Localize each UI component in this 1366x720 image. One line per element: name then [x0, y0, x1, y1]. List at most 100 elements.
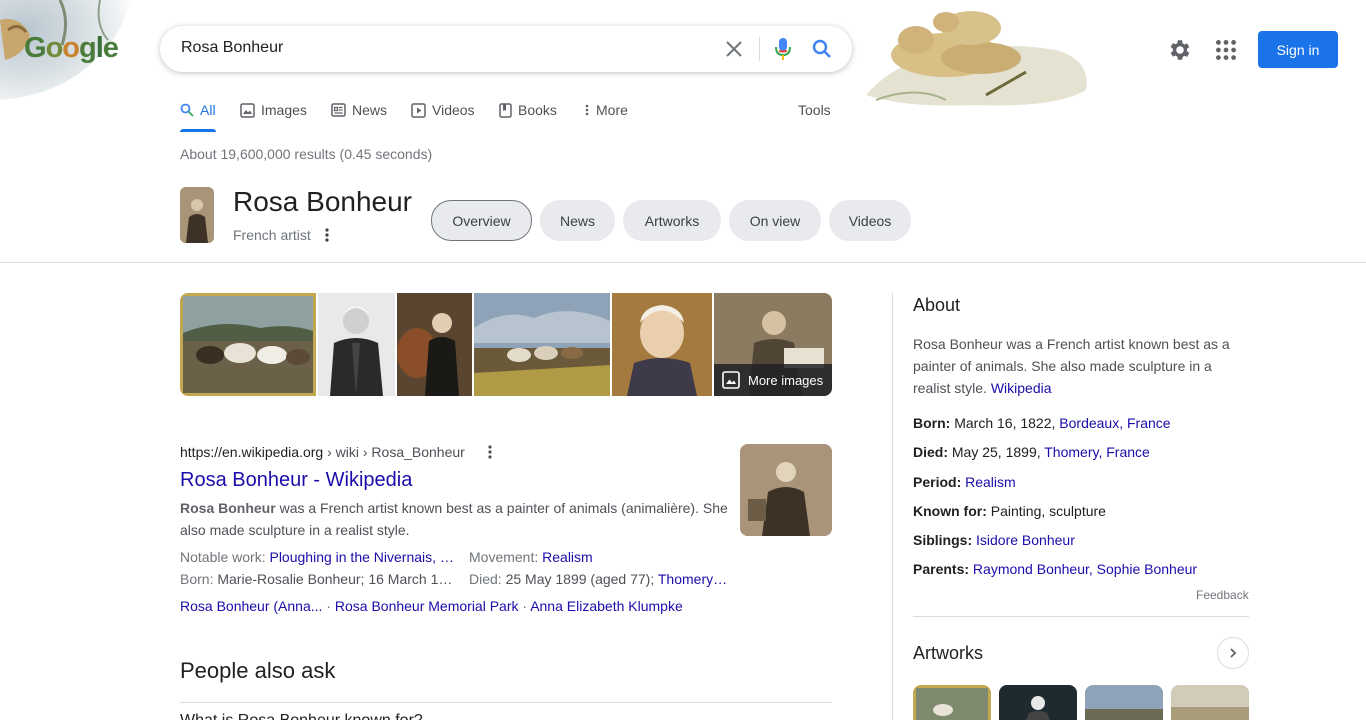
tab-videos[interactable]: Videos: [411, 102, 475, 118]
chip-overview[interactable]: Overview: [431, 200, 532, 241]
feedback-link[interactable]: Feedback: [1196, 588, 1249, 602]
tab-books[interactable]: Books: [499, 102, 557, 118]
fact-born: Born: Marie-Rosalie Bonheur; 16 March 1…: [180, 571, 460, 587]
tab-books-label: Books: [518, 102, 557, 118]
sitelinks: Rosa Bonheur (Anna... · Rosa Bonheur Mem…: [180, 598, 683, 614]
kp-fact-label: Born:: [913, 415, 951, 431]
kp-divider: [913, 616, 1249, 617]
search-box[interactable]: Rosa Bonheur: [160, 26, 852, 72]
sitelink-1[interactable]: Rosa Bonheur (Anna...: [180, 598, 322, 614]
fact-label: Died:: [469, 571, 506, 587]
kp-fact-link[interactable]: Thomery, France: [1044, 444, 1150, 460]
paa-question[interactable]: What is Rosa Bonheur known for?: [180, 712, 423, 720]
artwork-thumbnail-2[interactable]: [999, 685, 1077, 720]
tab-videos-label: Videos: [432, 102, 475, 118]
kp-wikipedia-link[interactable]: Wikipedia: [991, 380, 1052, 396]
news-icon: [331, 103, 346, 117]
died-place-link[interactable]: Thomery…: [658, 571, 727, 587]
kp-fact-label: Siblings:: [913, 532, 973, 548]
portrait-painting-thumbnail[interactable]: [612, 293, 712, 396]
knowledge-panel-border: [892, 293, 893, 720]
kp-fact-label: Parents:: [913, 561, 970, 577]
kp-fact-label: Died:: [913, 444, 948, 460]
active-tab-indicator: [180, 129, 216, 132]
portrait-photo-thumbnail-1[interactable]: [318, 293, 395, 396]
tab-all[interactable]: All: [180, 102, 216, 118]
image-icon: [722, 371, 740, 389]
entity-portrait-thumbnail[interactable]: [180, 187, 214, 243]
kp-fact-text: Painting, sculpture: [986, 503, 1106, 519]
ploughing-painting-thumbnail[interactable]: [474, 293, 610, 396]
apps-grid-icon[interactable]: [1213, 37, 1239, 63]
tab-images[interactable]: Images: [240, 102, 307, 118]
artwork-thumbnail-1[interactable]: [913, 685, 991, 720]
notable-work-link[interactable]: Ploughing in the Nivernais, …: [269, 549, 453, 565]
fact-label: Movement:: [469, 549, 543, 565]
snippet-bold: Rosa Bonheur: [180, 500, 276, 516]
chip-on-view[interactable]: On view: [729, 200, 821, 241]
search-divider: [759, 37, 760, 61]
entity-subtitle: French artist: [233, 227, 311, 243]
result-snippet: Rosa Bonheur was a French artist known b…: [180, 497, 728, 541]
died-value: 25 May 1899 (aged 77);: [505, 571, 658, 587]
artwork-thumbnail-4[interactable]: [1171, 685, 1249, 720]
entity-menu-icon[interactable]: [320, 226, 334, 244]
movement-link[interactable]: Realism: [542, 549, 593, 565]
entity-title: Rosa Bonheur: [233, 186, 413, 217]
clear-icon[interactable]: [722, 37, 746, 61]
result-path: › wiki › Rosa_Bonheur: [323, 444, 465, 460]
tools-button[interactable]: Tools: [798, 102, 831, 118]
result-domain: https://en.wikipedia.org: [180, 444, 324, 460]
kp-fact-link[interactable]: Realism: [965, 474, 1016, 490]
kp-fact-died: Died: May 25, 1899, Thomery, France: [913, 444, 1150, 460]
sitelink-2[interactable]: Rosa Bonheur Memorial Park: [335, 598, 519, 614]
fact-label: Notable work:: [180, 549, 270, 565]
chip-news[interactable]: News: [540, 200, 615, 241]
more-images-button[interactable]: More images: [714, 364, 832, 396]
portrait-with-bull-thumbnail[interactable]: [397, 293, 472, 396]
tab-more-label: More: [596, 102, 628, 118]
search-icon[interactable]: [810, 37, 834, 61]
settings-gear-icon[interactable]: [1167, 37, 1193, 63]
result-thumbnail[interactable]: [740, 444, 832, 536]
tab-images-label: Images: [261, 102, 307, 118]
kp-fact-period: Period: Realism: [913, 474, 1016, 490]
chip-videos[interactable]: Videos: [829, 200, 911, 241]
sitelink-separator: ·: [518, 598, 531, 614]
fact-movement: Movement: Realism: [469, 549, 729, 565]
result-stats: About 19,600,000 results (0.45 seconds): [180, 146, 433, 162]
result-menu-icon[interactable]: [484, 443, 496, 461]
kp-fact-link[interactable]: Raymond Bonheur, Sophie Bonheur: [973, 561, 1197, 577]
result-url[interactable]: https://en.wikipedia.org › wiki › Rosa_B…: [180, 444, 465, 460]
result-title-link[interactable]: Rosa Bonheur - Wikipedia: [180, 469, 412, 492]
tab-more[interactable]: More: [584, 102, 628, 118]
play-icon: [411, 102, 426, 118]
kp-fact-text: May 25, 1899,: [948, 444, 1045, 460]
google-logo[interactable]: Google: [24, 32, 119, 65]
kp-description: Rosa Bonheur was a French artist known b…: [913, 333, 1249, 399]
tab-news[interactable]: News: [331, 102, 387, 118]
kp-fact-link[interactable]: Bordeaux, France: [1059, 415, 1170, 431]
chip-artworks[interactable]: Artworks: [623, 200, 721, 241]
kp-about-title: About: [913, 295, 961, 315]
kp-fact-siblings: Siblings: Isidore Bonheur: [913, 532, 1075, 548]
sitelink-3[interactable]: Anna Elizabeth Klumpke: [530, 598, 683, 614]
chevron-right-icon[interactable]: [1217, 637, 1249, 669]
fact-died: Died: 25 May 1899 (aged 77); Thomery…: [469, 571, 729, 587]
microphone-icon[interactable]: [771, 37, 795, 61]
born-value: Marie-Rosalie Bonheur; 16 March 1…: [217, 571, 453, 587]
header-divider: [0, 262, 1366, 263]
kp-description-text: Rosa Bonheur was a French artist known b…: [913, 336, 1230, 396]
sitelink-separator: ·: [322, 598, 335, 614]
more-images-label: More images: [748, 372, 824, 388]
search-input[interactable]: Rosa Bonheur: [181, 39, 283, 57]
kp-fact-link[interactable]: Isidore Bonheur: [976, 532, 1075, 548]
artwork-thumbnail-3[interactable]: [1085, 685, 1163, 720]
kp-fact-label: Known for:: [913, 503, 987, 519]
horse-fair-painting-thumbnail[interactable]: [180, 293, 316, 396]
sign-in-button[interactable]: Sign in: [1258, 31, 1338, 68]
book-icon: [499, 102, 512, 118]
kp-fact-parents: Parents: Raymond Bonheur, Sophie Bonheur: [913, 561, 1197, 577]
kp-fact-known-for: Known for: Painting, sculpture: [913, 503, 1106, 519]
artworks-heading[interactable]: Artworks: [913, 643, 983, 664]
